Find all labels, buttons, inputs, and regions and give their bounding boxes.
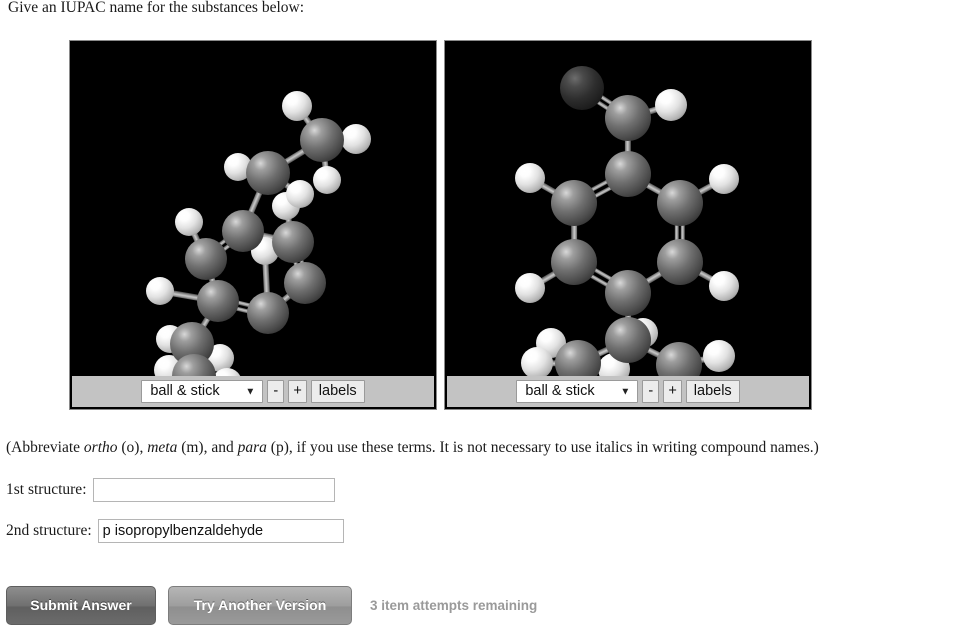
atom-c [656, 342, 702, 376]
second-structure-label: 2nd structure: [6, 522, 92, 539]
second-molecule-canvas[interactable] [447, 43, 809, 376]
atom-o [560, 66, 604, 110]
first-display-mode-select[interactable]: ball & stick [141, 380, 264, 403]
atom-c [555, 340, 601, 376]
note-part-4: (p), if you use these terms. It is not n… [266, 439, 819, 456]
note-part-1: (Abbreviate [6, 439, 84, 456]
atom-h [709, 164, 739, 194]
first-zoom-in-button[interactable]: + [288, 380, 307, 403]
atom-c [272, 221, 314, 263]
atom-c [247, 292, 289, 334]
atom-c [246, 151, 290, 195]
atom-c [605, 95, 651, 141]
first-structure-label: 1st structure: [6, 481, 87, 498]
atom-h [282, 91, 312, 121]
first-zoom-out-button[interactable]: - [267, 380, 285, 403]
atom-c [284, 262, 326, 304]
atom-h [341, 124, 371, 154]
atom-h [515, 273, 545, 303]
atom-c [657, 180, 703, 226]
atom-c [551, 239, 597, 285]
atom-c [222, 210, 264, 252]
atom-h [175, 208, 203, 236]
first-molecule-canvas[interactable] [72, 43, 434, 376]
submit-answer-button[interactable]: Submit Answer [6, 586, 156, 625]
atom-h [515, 163, 545, 193]
second-structure-input[interactable] [97, 519, 344, 543]
atom-c [300, 118, 344, 162]
second-molecule-viewer[interactable]: ball & stick ▼ - + labels [445, 41, 811, 409]
first-viewer-controls: ball & stick ▼ - + labels [72, 376, 434, 407]
second-viewer-controls: ball & stick ▼ - + labels [447, 376, 809, 407]
atom-c [605, 270, 651, 316]
abbreviation-note: (Abbreviate ortho (o), meta (m), and par… [6, 438, 819, 458]
atom-c [185, 238, 227, 280]
second-display-mode-select[interactable]: ball & stick [516, 380, 639, 403]
atom-c [551, 180, 597, 226]
first-structure-input[interactable] [92, 478, 335, 502]
first-molecule-viewer[interactable]: ball & stick ▼ - + labels [70, 41, 436, 409]
atom-h [709, 271, 739, 301]
try-another-version-button[interactable]: Try Another Version [168, 586, 352, 625]
page-title: Give an IUPAC name for the substances be… [8, 0, 305, 16]
note-part-2: (o), [117, 439, 148, 456]
atom-c [657, 239, 703, 285]
atom-h [703, 340, 735, 372]
note-ortho: ortho [83, 439, 118, 456]
footer-actions: Submit Answer Try Another Version 3 item… [6, 586, 537, 625]
first-display-mode-wrap: ball & stick ▼ [141, 380, 264, 403]
second-zoom-out-button[interactable]: - [642, 380, 660, 403]
atom-h [286, 180, 314, 208]
second-display-mode-wrap: ball & stick ▼ [516, 380, 639, 403]
second-structure-row: 2nd structure: [6, 519, 344, 543]
atom-c [605, 317, 651, 363]
atom-h [655, 89, 687, 121]
first-structure-row: 1st structure: [6, 478, 335, 502]
note-meta: meta [147, 439, 178, 456]
second-labels-button[interactable]: labels [685, 380, 740, 403]
atom-h [313, 166, 341, 194]
note-para: para [237, 439, 267, 456]
atom-c [197, 280, 239, 322]
second-zoom-in-button[interactable]: + [663, 380, 682, 403]
atom-h [146, 277, 174, 305]
atom-h [521, 347, 553, 376]
atom-c [605, 151, 651, 197]
attempts-remaining-text: 3 item attempts remaining [370, 598, 538, 613]
note-part-3: (m), and [177, 439, 238, 456]
first-labels-button[interactable]: labels [310, 380, 365, 403]
